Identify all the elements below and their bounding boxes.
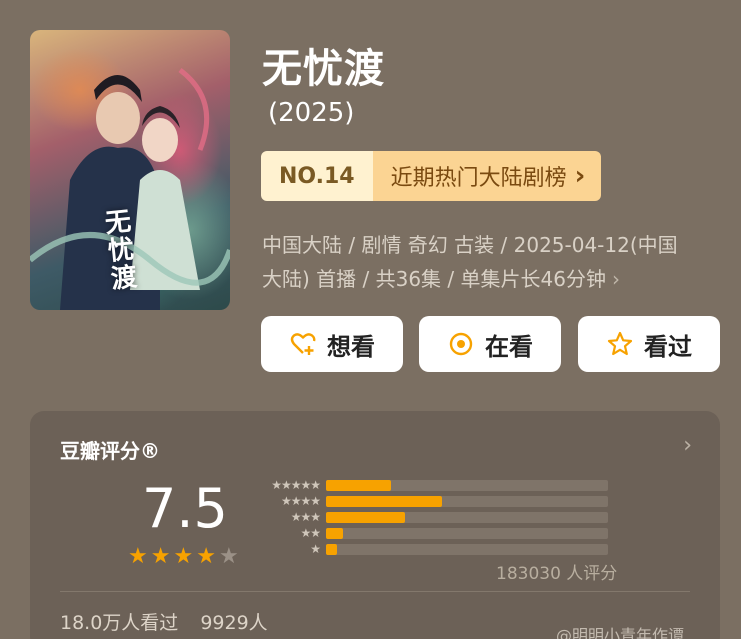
- chevron-right-icon: ›: [574, 161, 586, 191]
- divider: [60, 591, 690, 592]
- histogram-bar: [326, 511, 405, 523]
- rank-number: NO.14: [261, 151, 373, 201]
- star-filled-icon: ★: [173, 544, 194, 569]
- watched-button[interactable]: 看过: [578, 316, 720, 372]
- want-to-watch-label: 想看: [327, 332, 375, 361]
- star-empty-icon: ★: [218, 544, 239, 569]
- histogram-star-label: ★★★: [290, 510, 321, 524]
- watching-label: 在看: [485, 332, 533, 361]
- chevron-right-icon: ›: [611, 267, 620, 291]
- histogram-bar: [326, 527, 343, 539]
- star-filled-icon: ★: [128, 544, 148, 569]
- watched-count: 18.0万人看过: [60, 612, 179, 634]
- histogram-row: ★★★★★: [256, 477, 608, 493]
- watermark: @明明小青年作谭: [556, 626, 685, 639]
- movie-detail-page: 无忧渡 无忧渡 (2025) NO.14 近期热门大陆剧榜 › 中国大陆 / 剧…: [0, 0, 741, 639]
- star-filled-icon: ★: [196, 544, 216, 569]
- histogram-track: [326, 543, 608, 555]
- rating-histogram: ★★★★★ ★★★★ ★★★ ★★ ★: [256, 477, 608, 557]
- histogram-track: [326, 511, 608, 523]
- target-icon: [449, 332, 473, 356]
- histogram-star-label: ★: [310, 542, 321, 556]
- rating-stars: ★ ★ ★ ★ ★: [128, 546, 239, 568]
- histogram-row: ★: [256, 541, 608, 557]
- histogram-star-label: ★★★★: [280, 494, 321, 508]
- rank-label-wrap: 近期热门大陆剧榜 ›: [372, 151, 602, 201]
- meta-info-line2-wrap: 大陆) 首播 / 共36集 / 单集片长46分钟 ›: [262, 262, 722, 296]
- rating-card[interactable]: 豆瓣评分® › 7.5 ★ ★ ★ ★ ★ ★★★★★ ★★★★ ★★★ ★★ ★ 183030…: [30, 411, 720, 639]
- watch-stats: 18.0万人看过 9929人: [60, 608, 268, 635]
- rating-score: 7.5: [142, 477, 228, 540]
- want-to-watch-button[interactable]: 想看: [261, 316, 403, 372]
- rank-label: 近期热门大陆剧榜: [390, 166, 567, 191]
- release-year: (2025): [268, 98, 355, 128]
- histogram-row: ★★★: [256, 509, 608, 525]
- histogram-bar: [326, 479, 391, 491]
- watched-label: 看过: [644, 332, 692, 361]
- poster-title-text: 无忧渡: [103, 206, 139, 295]
- rating-header: 豆瓣评分®: [60, 439, 160, 463]
- histogram-star-label: ★★★★★: [271, 478, 321, 492]
- page-title: 无忧渡: [262, 46, 385, 92]
- watching-button[interactable]: 在看: [419, 316, 561, 372]
- heart-plus-icon: [290, 333, 316, 355]
- histogram-track: [326, 479, 608, 491]
- star-filled-icon: ★: [150, 544, 171, 569]
- histogram-row: ★★: [256, 525, 608, 541]
- histogram-bar: [326, 543, 338, 555]
- star-icon: [607, 331, 633, 356]
- histogram-track: [326, 495, 608, 507]
- chevron-right-icon[interactable]: ›: [683, 433, 692, 458]
- meta-info-line2: 大陆) 首播 / 共36集 / 单集片长46分钟: [262, 267, 606, 291]
- meta-info[interactable]: 中国大陆 / 剧情 奇幻 古装 / 2025-04-12(中国 大陆) 首播 /…: [262, 228, 722, 296]
- histogram-track: [326, 527, 608, 539]
- want-count: 9929人: [200, 612, 268, 634]
- histogram-star-label: ★★: [300, 526, 321, 540]
- rating-count: 183030 人评分: [496, 564, 618, 584]
- meta-info-line1: 中国大陆 / 剧情 奇幻 古装 / 2025-04-12(中国: [262, 233, 678, 257]
- poster-image[interactable]: 无忧渡: [30, 30, 230, 310]
- ranking-badge[interactable]: NO.14 近期热门大陆剧榜 ›: [261, 151, 602, 201]
- histogram-bar: [326, 495, 442, 507]
- histogram-row: ★★★★: [256, 493, 608, 509]
